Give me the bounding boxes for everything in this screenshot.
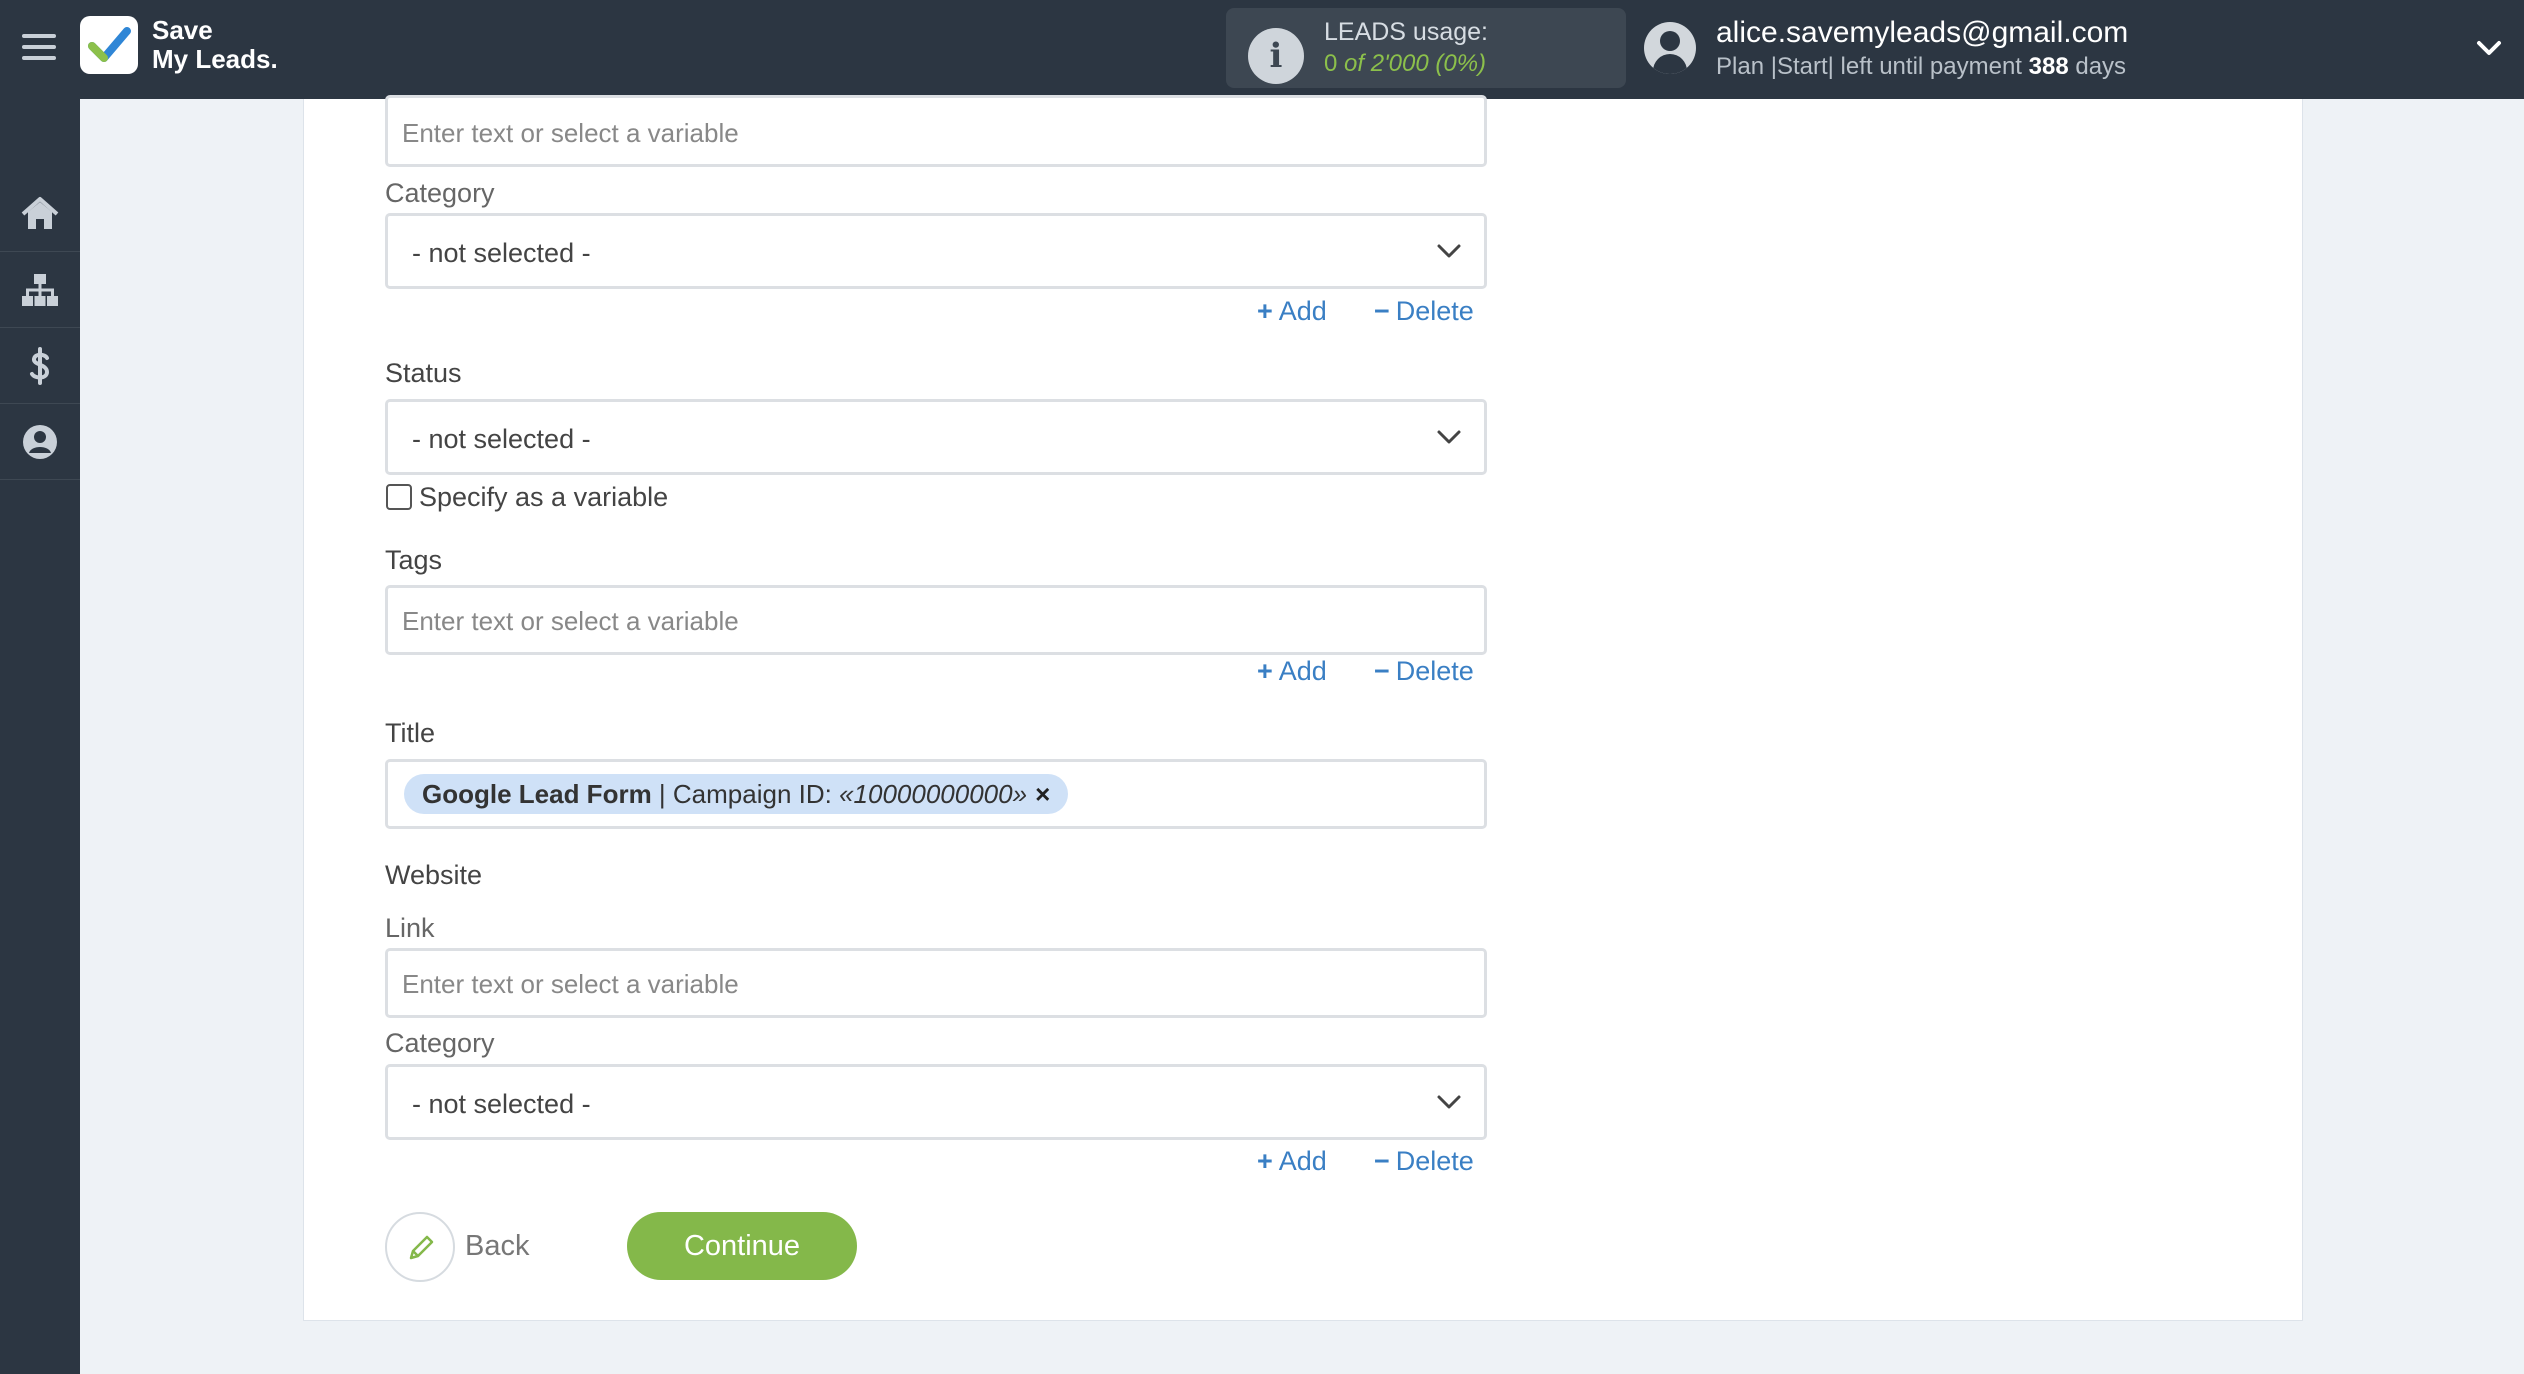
sidebar — [0, 99, 80, 1374]
plus-icon: + — [1257, 656, 1273, 686]
usage-percent: (0%) — [1435, 50, 1487, 77]
sidebar-item-home[interactable] — [0, 176, 80, 252]
minus-icon: − — [1374, 656, 1390, 686]
link-input[interactable]: Enter text or select a variable — [385, 948, 1487, 1018]
tag-source: Google Lead Form — [422, 779, 652, 809]
sidebar-item-billing[interactable] — [0, 328, 80, 404]
category-label: Category — [385, 1028, 495, 1058]
status-select-value: - not selected - — [412, 424, 591, 454]
tags-input[interactable]: Enter text or select a variable — [385, 585, 1487, 655]
title-variable-tag[interactable]: Google Lead Form | Campaign ID: «1000000… — [404, 774, 1069, 814]
chevron-down-icon[interactable] — [2474, 36, 2504, 60]
add-link[interactable]: + Add — [1257, 656, 1327, 687]
link-label: Link — [385, 913, 435, 943]
delete-link[interactable]: − Delete — [1374, 1146, 1474, 1177]
back-button[interactable] — [385, 1212, 455, 1282]
category-label: Category — [385, 178, 495, 208]
status-select[interactable]: - not selected - — [385, 399, 1487, 475]
add-link[interactable]: + Add — [1257, 296, 1327, 327]
top-bar: Save My Leads. i LEADS usage: 0 of 2'000… — [0, 0, 2524, 99]
logo-text[interactable]: Save My Leads. — [152, 16, 278, 74]
plan-days: 388 — [2028, 53, 2069, 80]
usage-title: LEADS usage: — [1324, 18, 1488, 46]
plan-prefix: Plan |Start| left until payment — [1716, 53, 2022, 80]
usage-value: 0 of 2'000 (0%) — [1324, 50, 1486, 78]
account-email: alice.savemyleads@gmail.com — [1716, 16, 2129, 49]
top-text-input[interactable]: Enter text or select a variable — [385, 95, 1487, 167]
usage-used: 0 — [1324, 50, 1338, 77]
website-label: Website — [385, 860, 483, 890]
tag-field: Campaign ID: — [672, 779, 840, 809]
chevron-down-icon — [1437, 430, 1461, 444]
minus-icon: − — [1374, 296, 1390, 326]
link-input-placeholder: Enter text or select a variable — [402, 969, 739, 999]
tag-separator: | — [651, 779, 673, 809]
tags-input-placeholder: Enter text or select a variable — [402, 606, 739, 636]
category-select-value: - not selected - — [412, 1089, 591, 1119]
category-select-value: - not selected - — [412, 238, 591, 268]
plus-icon: + — [1257, 1146, 1273, 1176]
sitemap-icon — [22, 274, 58, 306]
back-label[interactable]: Back — [465, 1230, 529, 1263]
category-select[interactable]: - not selected - — [385, 1064, 1487, 1140]
title-label: Title — [385, 718, 436, 748]
info-icon[interactable]: i — [1248, 28, 1304, 84]
sidebar-item-account[interactable] — [0, 404, 80, 480]
plan-suffix: days — [2075, 53, 2127, 80]
add-label: Add — [1278, 1146, 1327, 1176]
chevron-down-icon — [1437, 1095, 1461, 1109]
logo-line-1: Save — [152, 15, 213, 45]
delete-label: Delete — [1395, 296, 1474, 326]
delete-label: Delete — [1395, 1146, 1474, 1176]
leads-usage-panel: i LEADS usage: 0 of 2'000 (0%) — [1226, 8, 1626, 88]
usage-of: of 2'000 — [1344, 50, 1429, 77]
add-label: Add — [1278, 656, 1327, 686]
specify-variable-checkbox[interactable] — [386, 484, 412, 510]
close-icon[interactable]: × — [1035, 779, 1050, 809]
chevron-down-icon — [1437, 244, 1461, 258]
dollar-icon — [30, 347, 50, 385]
add-link[interactable]: + Add — [1257, 1146, 1327, 1177]
logo-icon[interactable] — [80, 16, 138, 74]
pencil-icon — [409, 1235, 434, 1260]
menu-icon[interactable] — [22, 34, 56, 64]
user-icon — [23, 425, 57, 459]
home-icon — [21, 197, 59, 229]
tag-value: «10000000000» — [839, 779, 1028, 809]
add-label: Add — [1278, 296, 1327, 326]
avatar[interactable] — [1644, 22, 1696, 74]
delete-link[interactable]: − Delete — [1374, 296, 1474, 327]
category-select[interactable]: - not selected - — [385, 213, 1487, 289]
tags-label: Tags — [385, 545, 443, 575]
top-input-placeholder: Enter text or select a variable — [402, 118, 739, 148]
continue-button[interactable]: Continue — [627, 1212, 857, 1280]
delete-link[interactable]: − Delete — [1374, 656, 1474, 687]
title-input[interactable]: Google Lead Form | Campaign ID: «1000000… — [385, 759, 1487, 829]
plan-info: Plan |Start| left until payment 388 days — [1716, 53, 2126, 81]
status-label: Status — [385, 358, 462, 388]
plus-icon: + — [1257, 296, 1273, 326]
logo-line-2: My Leads. — [152, 44, 278, 74]
specify-variable-label[interactable]: Specify as a variable — [419, 482, 668, 513]
sidebar-item-connections[interactable] — [0, 252, 80, 328]
minus-icon: − — [1374, 1146, 1390, 1176]
delete-label: Delete — [1395, 656, 1474, 686]
